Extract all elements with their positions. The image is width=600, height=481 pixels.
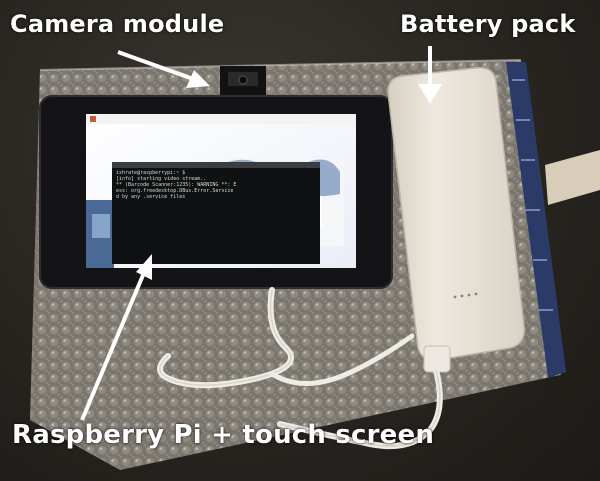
camera-module [220,66,266,100]
camera-module-caption: Camera module [10,10,225,38]
photo-scene: ishrate@raspberrypi:~ $ [info] starting … [0,0,600,481]
battery-pack-caption: Battery pack [400,10,576,38]
raspberry-pi-caption: Raspberry Pi + touch screen [12,420,435,450]
terminal-output: ishrate@raspberrypi:~ $ [info] starting … [116,170,236,200]
photo-illustration [30,46,600,470]
terminal-line: d by any .service files [116,194,186,200]
